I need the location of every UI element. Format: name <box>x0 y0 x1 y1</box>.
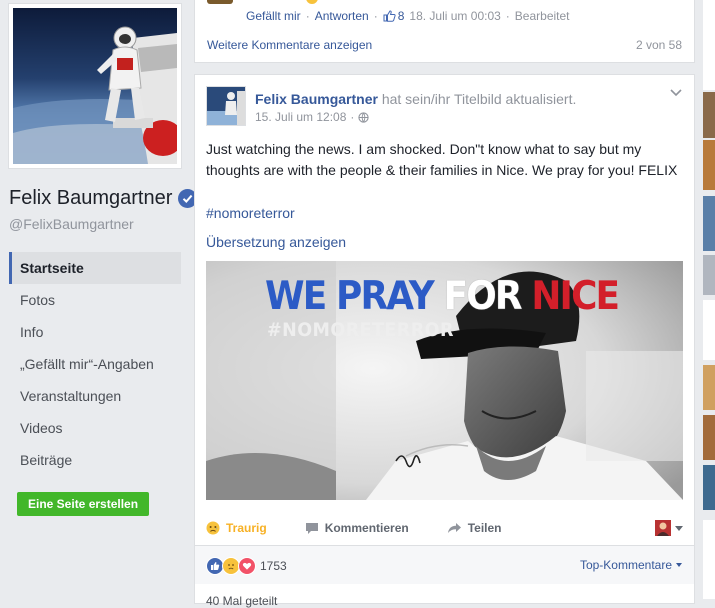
caret-down-icon <box>675 525 683 531</box>
page-name-text: Felix Baumgartner <box>9 187 173 209</box>
previous-post-comments: Gefällt mir · Antworten · 8 18. Juli um … <box>194 0 695 63</box>
reactions-summary: 1753 Top-Kommentare <box>195 545 694 584</box>
post-author-avatar[interactable] <box>206 86 246 126</box>
post-action-bar: Traurig Kommentieren Teilen <box>206 513 683 543</box>
image-title-we: WE PRAY <box>265 274 435 319</box>
reaction-label: Traurig <box>226 521 267 535</box>
comment-time[interactable]: 18. Juli um 00:03 <box>409 9 500 23</box>
create-page-button[interactable]: Eine Seite erstellen <box>17 492 150 516</box>
thumbs-up-icon <box>383 10 396 22</box>
post-time: 15. Juli um 12:08 · <box>255 110 370 124</box>
image-title: WE PRAY FOR NICE <box>265 273 620 321</box>
nav-item-events[interactable]: Veranstaltungen <box>9 380 181 412</box>
image-title-nice: NICE <box>531 274 620 319</box>
page-name[interactable]: Felix Baumgartner <box>9 187 198 210</box>
love-reaction-icon <box>238 557 256 575</box>
globe-icon[interactable] <box>358 111 370 123</box>
profile-photo <box>13 8 177 164</box>
comment-icon <box>305 522 318 534</box>
share-label: Teilen <box>467 521 502 535</box>
nav-item-info[interactable]: Info <box>9 316 181 348</box>
more-comments-link[interactable]: Weitere Kommentare anzeigen <box>207 38 372 52</box>
comment-like-count[interactable]: 8 <box>383 9 405 23</box>
comment-label: Kommentieren <box>324 521 409 535</box>
right-column-edge <box>703 0 715 599</box>
top-comments-label: Top-Kommentare <box>579 558 672 572</box>
comment-like-number: 8 <box>397 9 405 23</box>
translate-link[interactable]: Übersetzung anzeigen <box>206 234 346 250</box>
comment-count: 2 von 58 <box>635 38 682 52</box>
post-image[interactable]: WE PRAY FOR NICE #NOMORETERROR <box>206 261 683 500</box>
nav-item-likes[interactable]: „Gefällt mir“-Angaben <box>9 348 181 380</box>
profile-picture[interactable] <box>8 3 182 169</box>
nav-item-startseite[interactable]: Startseite <box>9 252 181 284</box>
separator: · <box>505 9 510 23</box>
separator: · <box>373 9 378 23</box>
top-comments-selector[interactable]: Top-Kommentare <box>580 558 682 572</box>
reaction-icons[interactable]: 1753 <box>206 557 287 575</box>
comment-edited[interactable]: Bearbeitet <box>515 9 570 23</box>
viewer-avatar <box>655 520 671 536</box>
comment-meta: Gefällt mir · Antworten · 8 18. Juli um … <box>246 9 570 23</box>
nav-item-videos[interactable]: Videos <box>9 412 181 444</box>
nav-item-fotos[interactable]: Fotos <box>9 284 181 316</box>
emoji-icon <box>306 0 318 4</box>
separator: · <box>305 9 310 23</box>
post-hashtag[interactable]: #nomoreterror <box>206 205 295 221</box>
post-timestamp[interactable]: 15. Juli um 12:08 <box>255 110 346 124</box>
comment-button[interactable]: Kommentieren <box>305 521 409 535</box>
share-icon <box>447 523 461 533</box>
page-handle: @FelixBaumgartner <box>9 216 134 232</box>
share-count[interactable]: 40 Mal geteilt <box>206 594 277 608</box>
left-column: Felix Baumgartner @FelixBaumgartner Star… <box>0 0 198 599</box>
sad-face-icon <box>206 521 220 535</box>
image-hashtag: #NOMORETERROR <box>267 319 454 341</box>
share-button[interactable]: Teilen <box>447 521 502 535</box>
page-nav: Startseite Fotos Info „Gefällt mir“-Anga… <box>9 252 181 476</box>
chevron-down-icon[interactable] <box>670 89 682 97</box>
image-title-for: FOR <box>443 274 523 319</box>
reaction-button[interactable]: Traurig <box>206 521 267 535</box>
comment-like-link[interactable]: Gefällt mir <box>246 9 301 23</box>
reaction-count: 1753 <box>260 559 287 573</box>
post-header: Felix Baumgartner hat sein/ihr Titelbild… <box>255 91 576 107</box>
post-action-text: hat sein/ihr Titelbild aktualisiert. <box>381 91 577 107</box>
caret-down-icon <box>676 563 682 567</box>
post-as-selector[interactable] <box>655 520 683 536</box>
post-card: Felix Baumgartner hat sein/ihr Titelbild… <box>194 74 695 608</box>
comment-reply-link[interactable]: Antworten <box>315 9 369 23</box>
comment-avatar[interactable] <box>207 0 233 4</box>
post-author-name[interactable]: Felix Baumgartner <box>255 91 378 107</box>
separator: · <box>350 110 355 124</box>
nav-item-posts[interactable]: Beiträge <box>9 444 181 476</box>
post-text: Just watching the news. I am shocked. Do… <box>206 141 678 178</box>
